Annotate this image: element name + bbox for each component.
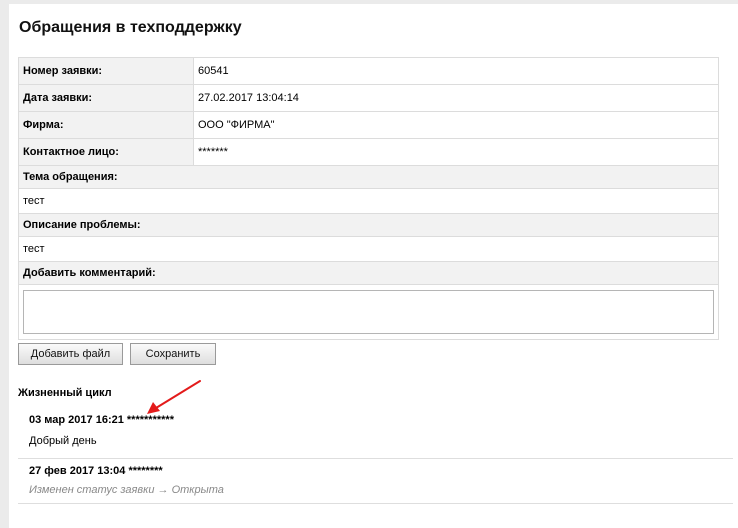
add-file-button[interactable]: Добавить файл — [18, 343, 123, 365]
lifecycle-entry: 03 мар 2017 16:21 *********** Добрый ден… — [18, 409, 733, 459]
contact-person-label: Контактное лицо: — [18, 138, 194, 166]
comment-textarea[interactable] — [23, 290, 714, 334]
description-value: тест — [18, 236, 719, 262]
table-row: Добавить комментарий: — [18, 261, 719, 285]
request-number-value: 60541 — [193, 57, 719, 85]
company-value: ООО "ФИРМА" — [193, 111, 719, 139]
contact-person-value: ******* — [193, 138, 719, 166]
lifecycle-entry-text: Изменен статус заявки → Открыта — [29, 484, 224, 496]
table-row: Дата заявки: 27.02.2017 13:04:14 — [18, 84, 719, 112]
subject-value: тест — [18, 188, 719, 214]
request-details-table: Номер заявки: 60541 Дата заявки: 27.02.2… — [18, 57, 719, 340]
lifecycle-entry-header: 27 фев 2017 13:04 ******** — [29, 465, 163, 477]
page-title: Обращения в техподдержку — [19, 19, 242, 36]
table-row: тест — [18, 236, 719, 262]
table-row: Описание проблемы: — [18, 213, 719, 237]
lifecycle-entry-datetime: 27 фев 2017 13:04 — [29, 465, 126, 477]
lifecycle-title: Жизненный цикл — [18, 387, 112, 399]
table-row: Контактное лицо: ******* — [18, 138, 719, 166]
table-row — [18, 284, 719, 340]
table-row: Фирма: ООО "ФИРМА" — [18, 111, 719, 139]
table-row: Номер заявки: 60541 — [18, 57, 719, 85]
request-date-label: Дата заявки: — [18, 84, 194, 112]
save-button[interactable]: Сохранить — [130, 343, 216, 365]
comment-label: Добавить комментарий: — [18, 261, 719, 285]
description-label: Описание проблемы: — [18, 213, 719, 237]
lifecycle-entry: 27 фев 2017 13:04 ******** Изменен стату… — [18, 459, 733, 504]
table-row: Тема обращения: — [18, 165, 719, 189]
support-request-panel: Обращения в техподдержку Номер заявки: 6… — [9, 4, 738, 528]
annotation-arrow-icon — [147, 380, 201, 414]
lifecycle-entry-datetime: 03 мар 2017 16:21 — [29, 414, 124, 426]
comment-cell — [18, 284, 719, 340]
request-number-label: Номер заявки: — [18, 57, 194, 85]
lifecycle-entry-text: Добрый день — [29, 435, 97, 447]
table-row: тест — [18, 188, 719, 214]
company-label: Фирма: — [18, 111, 194, 139]
lifecycle-entry-author: ******** — [128, 465, 163, 477]
subject-label: Тема обращения: — [18, 165, 719, 189]
request-date-value: 27.02.2017 13:04:14 — [193, 84, 719, 112]
